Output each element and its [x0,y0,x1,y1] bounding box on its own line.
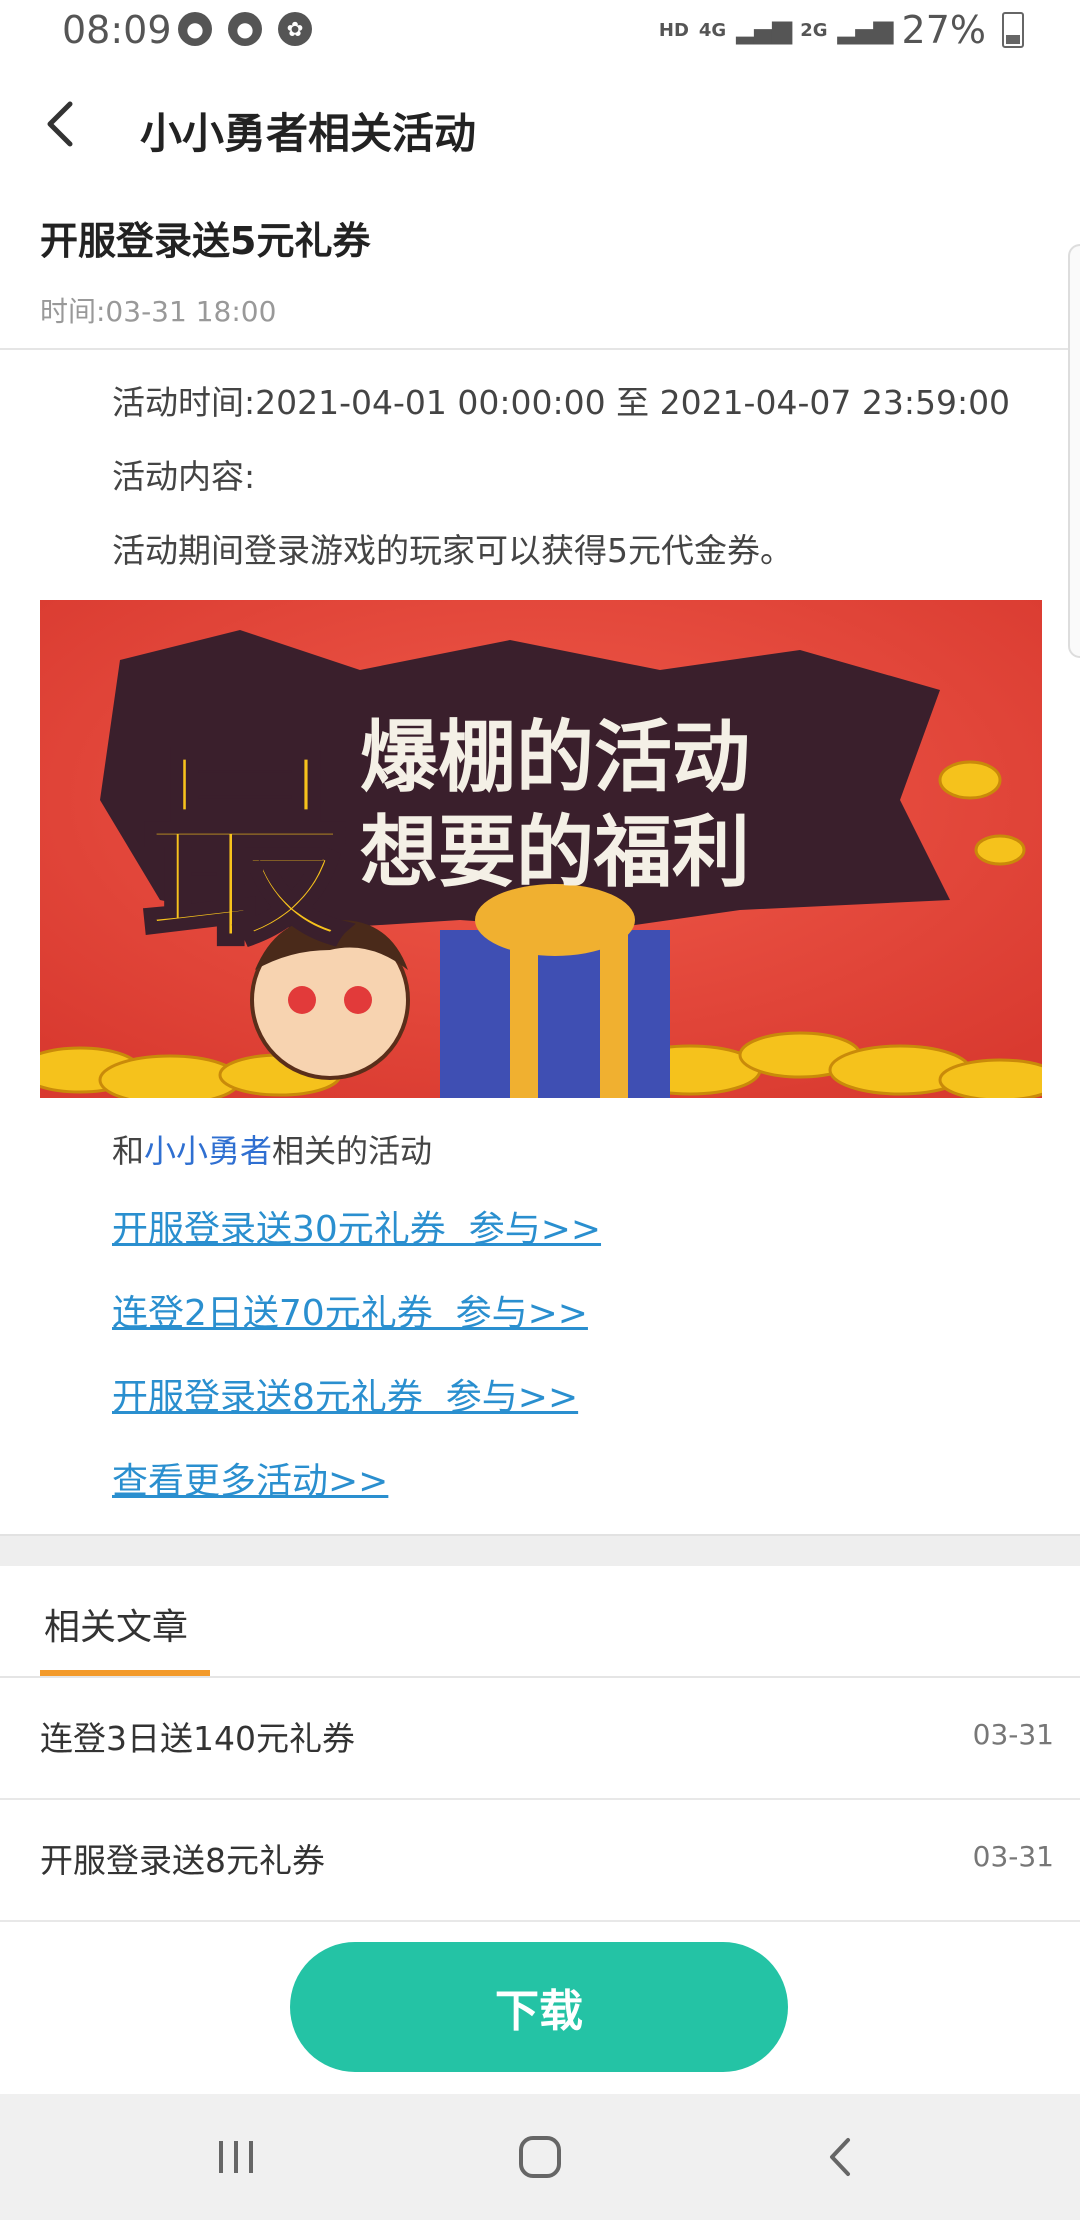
banner-big-char: 最 [137,725,353,976]
status-bar: 08:09 ● ● ✿ HD 4G ▂▄▆ 2G ▂▄▆ 27% [0,0,1080,66]
status-time: 08:09 [62,8,172,52]
back-button[interactable] [40,94,104,158]
signal-icon: ▂▄▆ [837,15,894,45]
chat-bubble-icon: ● [178,12,212,46]
notification-icons: ● ● ✿ [178,12,312,46]
article-item-date: 03-31 [972,1840,1054,1873]
promo-banner: 最 爆棚的活动 想要的福利 [40,600,1042,1098]
uc-browser-icon: ✿ [278,12,312,46]
home-button[interactable] [500,2122,580,2192]
system-nav-bar [0,2094,1080,2220]
article-item-date: 03-31 [972,1718,1054,1751]
chevron-left-icon [47,101,73,147]
home-icon [519,2136,561,2178]
page-title: 小小勇者相关活动 [140,109,477,158]
recent-apps-button[interactable] [196,2122,276,2192]
article-title: 开服登录送5元礼券 [40,219,371,263]
header: 小小勇者相关活动 [0,76,1080,180]
related-suffix: 相关的活动 [272,1132,433,1170]
net-2g-indicator: 2G [800,19,828,41]
nav-back-button[interactable] [800,2122,880,2192]
status-right: HD 4G ▂▄▆ 2G ▂▄▆ 27% [659,8,1024,52]
screen: 08:09 ● ● ✿ HD 4G ▂▄▆ 2G ▂▄▆ 27% 小小勇者相关活… [0,0,1080,2220]
article-item-title: 开服登录送8元礼券 [40,1841,325,1880]
article-list-item[interactable]: 连登3日送140元礼券 03-31 [0,1678,1080,1800]
article-time: 时间:03-31 18:00 [40,295,277,328]
content-label: 活动内容: [112,457,256,496]
article-item-title: 连登3日送140元礼券 [40,1719,355,1758]
chat-bubble-icon: ● [228,12,262,46]
divider [0,348,1080,350]
activity-link[interactable]: 连登2日送70元礼券 参与>> [112,1284,588,1336]
related-prefix: 和 [112,1132,145,1170]
download-button[interactable]: 下载 [290,1942,788,2072]
signal-icon: ▂▄▆ [736,15,792,45]
edge-panel-handle[interactable] [1068,244,1080,658]
article-list-item[interactable]: 开服登录送8元礼券 03-31 [0,1800,1080,1922]
section-separator [0,1534,1080,1566]
related-activities-heading: 和小小勇者相关的活动 [112,1126,432,1172]
battery-percent: 27% [901,8,986,52]
net-4g-indicator: 4G [698,19,727,41]
battery-icon [1002,12,1024,48]
tab-related-articles[interactable]: 相关文章 [44,1598,188,1650]
activity-time: 活动时间:2021-04-01 00:00:00 至 2021-04-07 23… [112,383,1011,422]
activity-link[interactable]: 开服登录送8元礼券 参与>> [112,1368,578,1420]
back-icon [830,2138,850,2176]
content-text: 活动期间登录游戏的玩家可以获得5元代金券。 [112,531,793,570]
game-link[interactable]: 小小勇者 [144,1132,272,1170]
activity-link[interactable]: 开服登录送30元礼券 参与>> [112,1200,601,1252]
hd-indicator: HD [658,19,689,41]
more-activities-link[interactable]: 查看更多活动>> [112,1452,388,1504]
banner-line2: 想要的福利 [360,808,751,898]
recent-apps-icon [219,2141,253,2173]
download-bar: 下载 [0,1922,1080,2094]
